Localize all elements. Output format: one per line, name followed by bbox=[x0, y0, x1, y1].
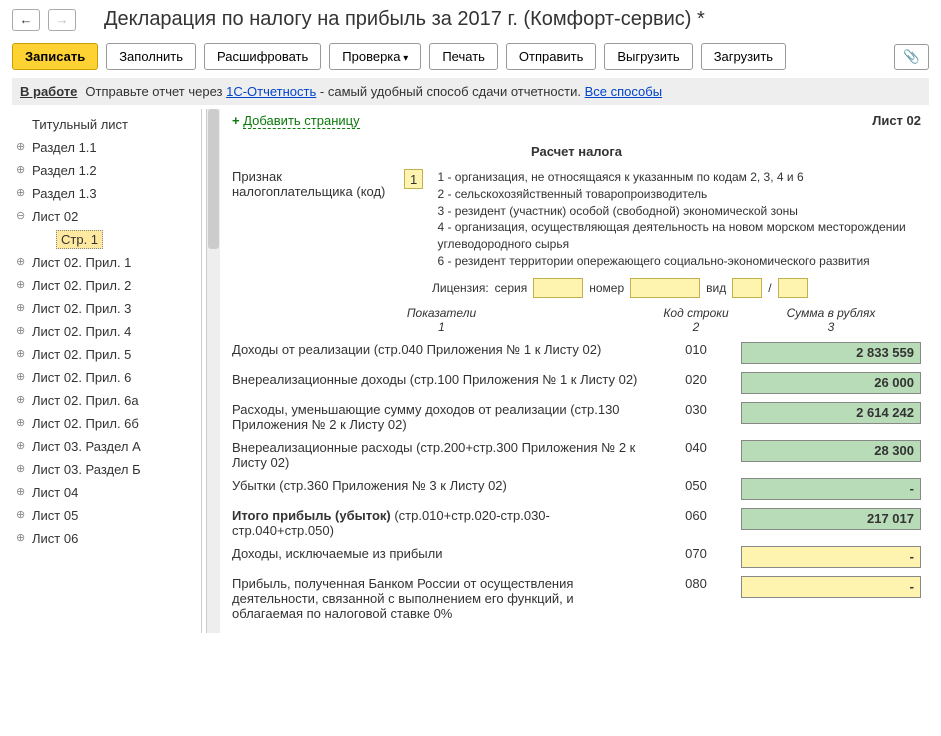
tree-appx-4[interactable]: Лист 02. Прил. 4 bbox=[12, 320, 201, 343]
row-label: Убытки (стр.360 Приложения № 3 к Листу 0… bbox=[232, 478, 651, 493]
tree-page-1[interactable]: Стр. 1 bbox=[12, 228, 201, 251]
license-number-input[interactable] bbox=[630, 278, 700, 298]
value-input[interactable]: 2 614 242 bbox=[741, 402, 921, 424]
column-headers: Показатели1 Код строки2 Сумма в рублях3 bbox=[232, 306, 921, 334]
row-code: 060 bbox=[651, 508, 741, 523]
sheet-label: Лист 02 bbox=[872, 113, 921, 128]
tree-sheet05[interactable]: Лист 05 bbox=[12, 504, 201, 527]
fill-button[interactable]: Заполнить bbox=[106, 43, 196, 70]
sidebar: Титульный лист Раздел 1.1 Раздел 1.2 Раз… bbox=[12, 109, 202, 633]
row-label: Внереализационные расходы (стр.200+стр.3… bbox=[232, 440, 651, 470]
nav-row: ← → Декларация по налогу на прибыль за 2… bbox=[12, 8, 929, 31]
tree-sheet04[interactable]: Лист 04 bbox=[12, 481, 201, 504]
codes-list: 1 - организация, не относящаяся к указан… bbox=[437, 169, 921, 270]
print-button[interactable]: Печать bbox=[429, 43, 498, 70]
row-label: Прибыль, полученная Банком России от осу… bbox=[232, 576, 651, 621]
scroll-thumb[interactable] bbox=[208, 109, 219, 249]
page-title: Декларация по налогу на прибыль за 2017 … bbox=[104, 8, 705, 31]
license-row: Лицензия: серия номер вид / bbox=[432, 278, 921, 298]
link-1c[interactable]: 1С-Отчетность bbox=[226, 84, 316, 99]
value-input[interactable]: 2 833 559 bbox=[741, 342, 921, 364]
sidebar-scrollbar[interactable] bbox=[206, 109, 220, 633]
row-code: 020 bbox=[651, 372, 741, 387]
app-root: ← → Декларация по налогу на прибыль за 2… bbox=[0, 0, 941, 641]
row-code: 030 bbox=[651, 402, 741, 417]
data-row-030: Расходы, уменьшающие сумму доходов от ре… bbox=[232, 402, 921, 432]
toolbar: Записать Заполнить Расшифровать Проверка… bbox=[12, 43, 929, 70]
row-label: Доходы от реализации (стр.040 Приложения… bbox=[232, 342, 651, 357]
value-input[interactable]: - bbox=[741, 546, 921, 568]
form-title: Расчет налога bbox=[232, 144, 921, 159]
tree-appx-6b[interactable]: Лист 02. Прил. 6б bbox=[12, 412, 201, 435]
license-type1-input[interactable] bbox=[732, 278, 762, 298]
tree-appx-1[interactable]: Лист 02. Прил. 1 bbox=[12, 251, 201, 274]
taxpayer-row: Признак налогоплательщика (код) 1 1 - ор… bbox=[232, 169, 921, 270]
row-label: Итого прибыль (убыток) (стр.010+стр.020-… bbox=[232, 508, 651, 538]
tree-appx-6[interactable]: Лист 02. Прил. 6 bbox=[12, 366, 201, 389]
row-code: 050 bbox=[651, 478, 741, 493]
row-label: Доходы, исключаемые из прибыли bbox=[232, 546, 651, 561]
export-button[interactable]: Выгрузить bbox=[604, 43, 692, 70]
license-seria-input[interactable] bbox=[533, 278, 583, 298]
main-area: Титульный лист Раздел 1.1 Раздел 1.2 Раз… bbox=[12, 109, 929, 633]
write-button[interactable]: Записать bbox=[12, 43, 98, 70]
value-input[interactable]: 28 300 bbox=[741, 440, 921, 462]
tree-appx-6a[interactable]: Лист 02. Прил. 6а bbox=[12, 389, 201, 412]
tree-appx-5[interactable]: Лист 02. Прил. 5 bbox=[12, 343, 201, 366]
value-input[interactable]: 26 000 bbox=[741, 372, 921, 394]
add-page-link[interactable]: + Добавить страницу bbox=[232, 113, 360, 128]
data-row-060: Итого прибыль (убыток) (стр.010+стр.020-… bbox=[232, 508, 921, 538]
forward-button[interactable]: → bbox=[48, 9, 76, 31]
send-button[interactable]: Отправить bbox=[506, 43, 596, 70]
value-input[interactable]: 217 017 bbox=[741, 508, 921, 530]
attach-button[interactable]: 📎 bbox=[894, 44, 929, 70]
data-row-040: Внереализационные расходы (стр.200+стр.3… bbox=[232, 440, 921, 470]
tree-title[interactable]: Титульный лист bbox=[12, 113, 201, 136]
tree-section-1-2[interactable]: Раздел 1.2 bbox=[12, 159, 201, 182]
value-input[interactable]: - bbox=[741, 478, 921, 500]
row-code: 080 bbox=[651, 576, 741, 591]
data-rows: Доходы от реализации (стр.040 Приложения… bbox=[232, 342, 921, 621]
tree-appx-2[interactable]: Лист 02. Прил. 2 bbox=[12, 274, 201, 297]
row-label: Расходы, уменьшающие сумму доходов от ре… bbox=[232, 402, 651, 432]
link-all-methods[interactable]: Все способы bbox=[585, 84, 662, 99]
tree-section-1-3[interactable]: Раздел 1.3 bbox=[12, 182, 201, 205]
check-button[interactable]: Проверка bbox=[329, 43, 421, 70]
status-label[interactable]: В работе bbox=[20, 84, 77, 99]
value-input[interactable]: - bbox=[741, 576, 921, 598]
tree-sheet03-a[interactable]: Лист 03. Раздел А bbox=[12, 435, 201, 458]
status-bar: В работе Отправьте отчет через 1С-Отчетн… bbox=[12, 78, 929, 105]
content-panel: + Добавить страницу Лист 02 Расчет налог… bbox=[224, 109, 929, 633]
import-button[interactable]: Загрузить bbox=[701, 43, 786, 70]
data-row-020: Внереализационные доходы (стр.100 Прилож… bbox=[232, 372, 921, 394]
tree-appx-3[interactable]: Лист 02. Прил. 3 bbox=[12, 297, 201, 320]
data-row-070: Доходы, исключаемые из прибыли070- bbox=[232, 546, 921, 568]
taxpayer-code-input[interactable]: 1 bbox=[404, 169, 424, 189]
tree-sheet03-b[interactable]: Лист 03. Раздел Б bbox=[12, 458, 201, 481]
data-row-050: Убытки (стр.360 Приложения № 3 к Листу 0… bbox=[232, 478, 921, 500]
tree-sheet-02[interactable]: Лист 02 bbox=[12, 205, 201, 228]
paperclip-icon: 📎 bbox=[903, 49, 920, 64]
tree-sheet06[interactable]: Лист 06 bbox=[12, 527, 201, 550]
license-type2-input[interactable] bbox=[778, 278, 808, 298]
back-button[interactable]: ← bbox=[12, 9, 40, 31]
row-code: 010 bbox=[651, 342, 741, 357]
row-code: 040 bbox=[651, 440, 741, 455]
tree-section-1-1[interactable]: Раздел 1.1 bbox=[12, 136, 201, 159]
row-label: Внереализационные доходы (стр.100 Прилож… bbox=[232, 372, 651, 387]
taxpayer-label: Признак налогоплательщика (код) bbox=[232, 169, 398, 199]
decode-button[interactable]: Расшифровать bbox=[204, 43, 321, 70]
data-row-010: Доходы от реализации (стр.040 Приложения… bbox=[232, 342, 921, 364]
data-row-080: Прибыль, полученная Банком России от осу… bbox=[232, 576, 921, 621]
status-text: Отправьте отчет через 1С-Отчетность - са… bbox=[85, 84, 662, 99]
row-code: 070 bbox=[651, 546, 741, 561]
